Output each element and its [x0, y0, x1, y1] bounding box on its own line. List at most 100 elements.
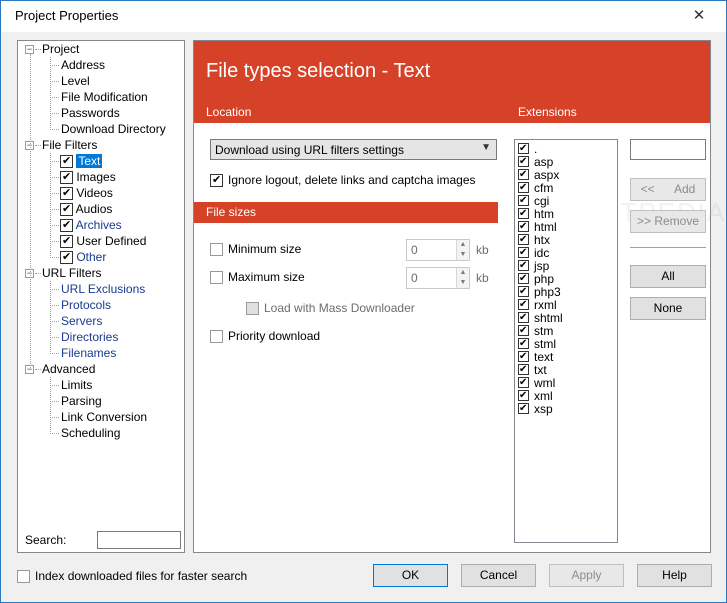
mass-downloader-label: Load with Mass Downloader: [264, 301, 415, 315]
checkbox[interactable]: [518, 221, 529, 232]
chevron-down-icon: ▼: [481, 142, 491, 153]
maximum-size-spinner[interactable]: 0 ▲ ▼: [406, 267, 470, 289]
checkbox[interactable]: [518, 312, 529, 323]
close-icon[interactable]: ✕: [682, 5, 716, 27]
tree-item-archives[interactable]: Archives: [60, 217, 122, 233]
extension-input[interactable]: [630, 139, 706, 160]
spin-down-icon[interactable]: ▼: [456, 250, 469, 260]
minimum-size-option[interactable]: Minimum size: [210, 242, 301, 257]
tree-item-level[interactable]: Level: [61, 73, 90, 89]
collapse-icon[interactable]: −: [25, 45, 34, 54]
extensions-list[interactable]: . asp aspx cfm cgi htm html htx idc jsp …: [514, 139, 618, 543]
checkbox[interactable]: [60, 155, 73, 169]
title-bar: Project Properties ✕: [1, 1, 726, 32]
extension-label: idc: [534, 246, 550, 260]
none-button[interactable]: None: [630, 297, 706, 320]
tree-item-passwords[interactable]: Passwords: [61, 105, 120, 121]
tree-item-videos[interactable]: Videos: [60, 185, 113, 201]
ignore-logout-option[interactable]: Ignore logout, delete links and captcha …: [210, 173, 476, 188]
tree-item-url-exclusions[interactable]: URL Exclusions: [61, 281, 145, 297]
help-button[interactable]: Help: [637, 564, 712, 587]
checkbox[interactable]: [518, 273, 529, 284]
cancel-button[interactable]: Cancel: [461, 564, 536, 587]
minimum-size-checkbox[interactable]: [210, 243, 223, 257]
checkbox[interactable]: [518, 169, 529, 180]
checkbox[interactable]: [518, 364, 529, 375]
extension-label: htm: [534, 207, 555, 221]
tree-item-protocols[interactable]: Protocols: [61, 297, 111, 313]
location-select[interactable]: Download using URL filters settings ▼: [210, 139, 497, 160]
tree-item-address[interactable]: Address: [61, 57, 105, 73]
tree-item-directories[interactable]: Directories: [61, 329, 118, 345]
checkbox[interactable]: [518, 377, 529, 388]
tree-item-parsing[interactable]: Parsing: [61, 393, 102, 409]
tree-item-user-defined[interactable]: User Defined: [60, 233, 146, 249]
checkbox[interactable]: [518, 286, 529, 297]
tree-item-scheduling[interactable]: Scheduling: [61, 425, 120, 441]
extension-label: jsp: [534, 259, 550, 273]
index-files-checkbox[interactable]: [17, 570, 30, 584]
tree-item-other[interactable]: Other: [60, 249, 106, 265]
extension-label: php3: [534, 285, 561, 299]
checkbox[interactable]: [60, 203, 73, 217]
extension-label: xsp: [534, 402, 553, 416]
add-button[interactable]: << Add: [630, 178, 706, 201]
tree-group-file-filters[interactable]: File Filters: [42, 137, 97, 153]
checkbox[interactable]: [518, 182, 529, 193]
apply-button[interactable]: Apply: [549, 564, 624, 587]
priority-download-option[interactable]: Priority download: [210, 329, 320, 344]
checkbox[interactable]: [518, 299, 529, 310]
ignore-logout-checkbox[interactable]: [210, 174, 223, 188]
tree-group-project[interactable]: Project: [42, 41, 79, 57]
mass-downloader-checkbox[interactable]: [246, 302, 259, 316]
checkbox[interactable]: [60, 187, 73, 201]
checkbox[interactable]: [60, 219, 73, 233]
file-sizes-label: File sizes: [206, 205, 257, 219]
checkbox[interactable]: [60, 235, 73, 249]
spin-up-icon[interactable]: ▲: [456, 240, 469, 250]
tree-item-filenames[interactable]: Filenames: [61, 345, 116, 361]
checkbox[interactable]: [518, 260, 529, 271]
remove-button[interactable]: >> Remove: [630, 210, 706, 233]
tree-item-file-modification[interactable]: File Modification: [61, 89, 148, 105]
index-files-label: Index downloaded files for faster search: [35, 569, 248, 583]
index-files-option[interactable]: Index downloaded files for faster search: [17, 569, 248, 584]
all-button[interactable]: All: [630, 265, 706, 288]
checkbox[interactable]: [518, 351, 529, 362]
checkbox[interactable]: [518, 338, 529, 349]
extension-label: html: [534, 220, 557, 234]
tree-item-link-conversion[interactable]: Link Conversion: [61, 409, 147, 425]
tree-item-limits[interactable]: Limits: [61, 377, 92, 393]
extension-label: htx: [534, 233, 551, 247]
tree-item-images[interactable]: Images: [60, 169, 116, 185]
spin-up-icon[interactable]: ▲: [456, 268, 469, 278]
list-item[interactable]: xsp: [518, 403, 553, 416]
checkbox[interactable]: [60, 251, 73, 265]
checkbox[interactable]: [518, 325, 529, 336]
tree-item-text[interactable]: Text: [60, 153, 103, 169]
search-input[interactable]: [97, 531, 181, 549]
tree-item-servers[interactable]: Servers: [61, 313, 102, 329]
checkbox[interactable]: [518, 234, 529, 245]
mass-downloader-option[interactable]: Load with Mass Downloader: [246, 301, 415, 316]
checkbox[interactable]: [518, 247, 529, 258]
checkbox[interactable]: [518, 156, 529, 167]
checkbox[interactable]: [518, 143, 529, 154]
checkbox[interactable]: [60, 171, 73, 185]
maximum-size-checkbox[interactable]: [210, 271, 223, 285]
checkbox[interactable]: [518, 195, 529, 206]
ok-button[interactable]: OK: [373, 564, 448, 587]
tree-group-url-filters[interactable]: URL Filters: [42, 265, 102, 281]
spin-down-icon[interactable]: ▼: [456, 278, 469, 288]
minimum-size-unit: kb: [476, 243, 489, 257]
checkbox[interactable]: [518, 208, 529, 219]
priority-download-checkbox[interactable]: [210, 330, 223, 344]
maximum-size-option[interactable]: Maximum size: [210, 270, 305, 285]
tree-group-advanced[interactable]: Advanced: [42, 361, 95, 377]
checkbox[interactable]: [518, 390, 529, 401]
checkbox[interactable]: [518, 403, 529, 414]
tree-item-audios[interactable]: Audios: [60, 201, 112, 217]
minimum-size-spinner[interactable]: 0 ▲ ▼: [406, 239, 470, 261]
tree-item-download-directory[interactable]: Download Directory: [61, 121, 166, 137]
settings-tree[interactable]: − Project Address Level File Modificatio…: [17, 40, 185, 553]
